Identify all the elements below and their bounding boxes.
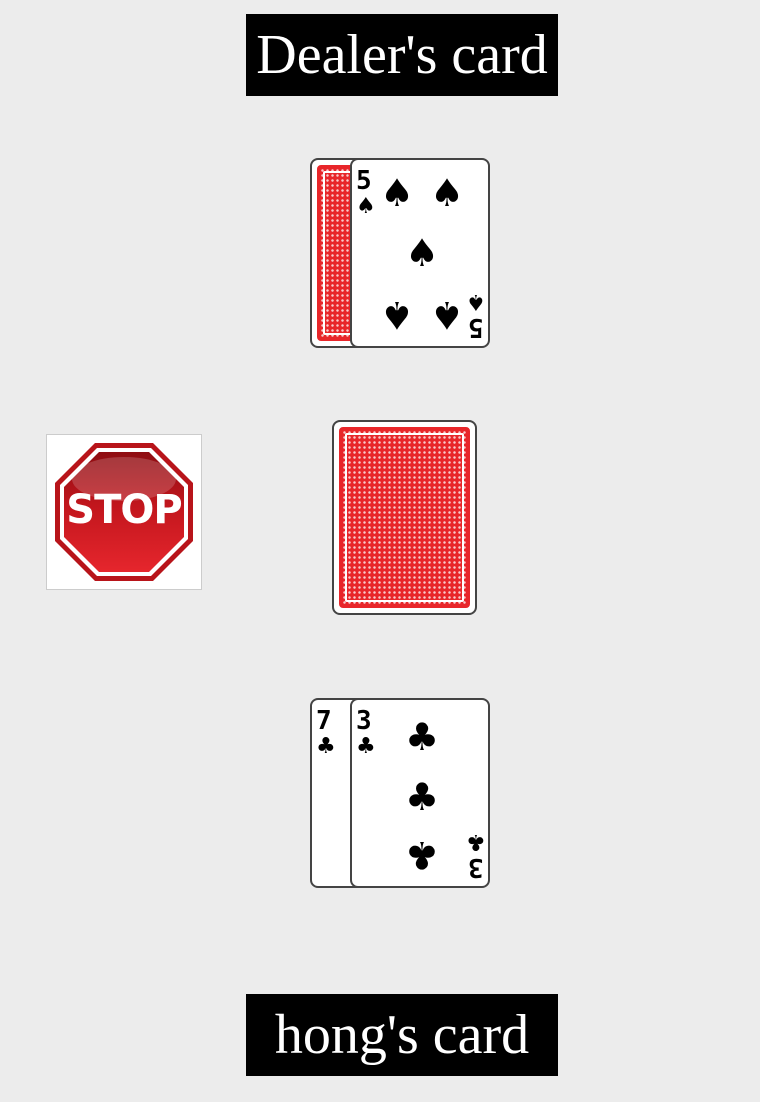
card-rank: 5 <box>356 166 372 196</box>
player-card-3-clubs: 3 ♣ ♣ ♣ ♣ ♣ 3 <box>350 698 490 888</box>
spade-icon: ♠ <box>356 194 376 219</box>
stop-button[interactable]: STOP <box>46 434 202 590</box>
card-rank: 3 <box>356 706 372 736</box>
club-icon: ♣ <box>404 833 440 877</box>
card-rank: 7 <box>316 706 332 736</box>
spade-icon: ♠ <box>404 231 440 275</box>
spade-icon: ♠ <box>379 293 415 337</box>
club-icon: ♣ <box>404 715 440 759</box>
card-rank: 5 <box>468 312 484 342</box>
dealer-card-5-spades: 5 ♠ ♠ ♠ ♠ ♠ ♠ ♠ 5 <box>350 158 490 348</box>
dealer-card-label: Dealer's card <box>246 14 558 96</box>
player-card-label: hong's card <box>246 994 558 1076</box>
spade-icon: ♠ <box>379 171 415 215</box>
card-back-pattern <box>339 427 470 608</box>
card-rank: 3 <box>468 852 484 882</box>
club-icon: ♣ <box>466 829 486 854</box>
spade-icon: ♠ <box>429 171 465 215</box>
spade-icon: ♠ <box>429 293 465 337</box>
club-icon: ♣ <box>356 734 376 759</box>
club-icon: ♣ <box>316 734 336 759</box>
stop-label: STOP <box>66 487 182 533</box>
club-icon: ♣ <box>404 775 440 819</box>
deck-card-facedown[interactable] <box>332 420 477 615</box>
spade-icon: ♠ <box>466 289 486 314</box>
